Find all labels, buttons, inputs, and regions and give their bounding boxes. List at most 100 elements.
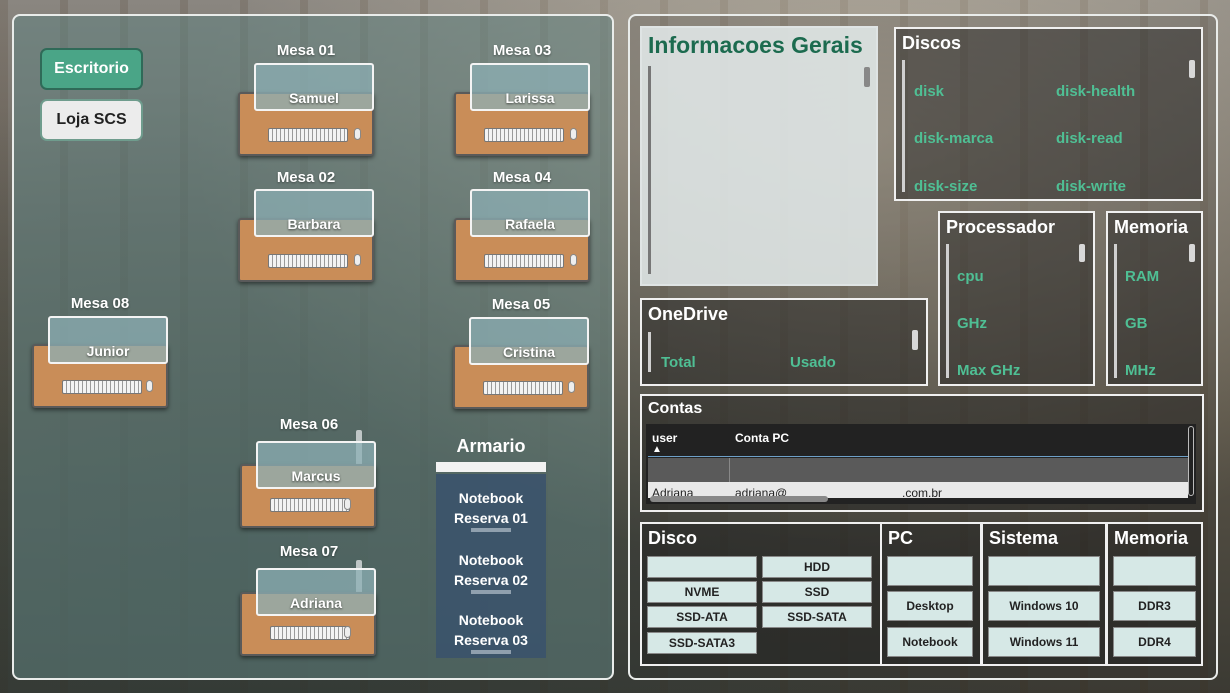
sistema-option-blank[interactable] bbox=[988, 556, 1100, 586]
disco-option-ssd[interactable]: SSD bbox=[762, 581, 872, 603]
table-v-scrollbar[interactable] bbox=[1188, 426, 1194, 496]
cell-conta-domain: .com.br bbox=[902, 486, 943, 498]
monitor-icon[interactable]: Junior bbox=[48, 316, 168, 364]
memoria-info-title: Memoria bbox=[1114, 217, 1189, 237]
disco-option-ssd-sata[interactable]: SSD-SATA bbox=[762, 606, 872, 628]
desk-user: Marcus bbox=[291, 468, 341, 484]
column-header-conta-pc[interactable]: Conta PC bbox=[735, 431, 789, 445]
desk-user: Barbara bbox=[287, 216, 341, 232]
desk-user: Junior bbox=[86, 343, 130, 359]
onedrive-scrollbar[interactable] bbox=[912, 330, 918, 350]
notebook-icon bbox=[471, 590, 511, 594]
field-disk-marca: disk-marca bbox=[914, 130, 994, 147]
sistema-option-windows-10[interactable]: Windows 10 bbox=[988, 591, 1100, 621]
disco-option-hdd[interactable]: HDD bbox=[762, 556, 872, 578]
memoria-option-blank[interactable] bbox=[1113, 556, 1196, 586]
notebook-reserva-label: Reserva 03 bbox=[454, 632, 528, 648]
desk-title: Mesa 01 bbox=[276, 42, 336, 59]
monitor-icon[interactable]: Cristina bbox=[469, 317, 589, 365]
mouse-icon bbox=[354, 254, 361, 266]
column-header-user[interactable]: user bbox=[652, 431, 677, 445]
notebook-label: Notebook bbox=[458, 490, 524, 506]
monitor-icon[interactable]: Larissa bbox=[470, 63, 590, 111]
pc-option-blank[interactable] bbox=[887, 556, 973, 586]
notebook-reserva-01[interactable]: Notebook Reserva 01 bbox=[436, 488, 546, 532]
notebook-icon bbox=[471, 528, 511, 532]
memoria-filter-title: Memoria bbox=[1114, 528, 1189, 548]
field-disk-write: disk-write bbox=[1056, 178, 1127, 195]
monitor-icon[interactable]: Adriana bbox=[256, 568, 376, 616]
informacoes-gerais-card: Informacoes Gerais bbox=[640, 26, 878, 286]
armario-title: Armario bbox=[456, 436, 526, 456]
desk-user: Rafaela bbox=[505, 216, 555, 232]
desk-title: Mesa 06 bbox=[279, 416, 339, 433]
disco-option-ssd-ata[interactable]: SSD-ATA bbox=[647, 606, 757, 628]
disco-option-ssd-sata3[interactable]: SSD-SATA3 bbox=[647, 632, 757, 654]
memoria-option-ddr3[interactable]: DDR3 bbox=[1113, 591, 1196, 621]
desk-user: Adriana bbox=[289, 595, 343, 611]
field-cpu: cpu bbox=[957, 268, 984, 285]
monitor-icon[interactable]: Samuel bbox=[254, 63, 374, 111]
memoria-option-ddr4[interactable]: DDR4 bbox=[1113, 627, 1196, 657]
keyboard-icon bbox=[484, 254, 564, 268]
mouse-icon bbox=[146, 380, 153, 392]
keyboard-icon bbox=[62, 380, 142, 394]
pc-filter-title: PC bbox=[888, 528, 914, 548]
onedrive-title: OneDrive bbox=[648, 304, 729, 324]
keyboard-icon bbox=[484, 128, 564, 142]
disco-filter-title: Disco bbox=[648, 528, 698, 548]
sort-asc-icon: ▲ bbox=[652, 444, 662, 455]
keyboard-icon bbox=[270, 498, 350, 512]
desk-user: Cristina bbox=[502, 344, 556, 360]
processador-accent-line bbox=[946, 244, 949, 378]
monitor-icon[interactable]: Rafaela bbox=[470, 189, 590, 237]
desk-title: Mesa 08 bbox=[70, 295, 130, 312]
memoria-scrollbar[interactable] bbox=[1189, 244, 1195, 262]
disco-option-blank[interactable] bbox=[647, 556, 757, 578]
monitor-icon[interactable]: Marcus bbox=[256, 441, 376, 489]
mouse-icon bbox=[354, 128, 361, 140]
processador-scrollbar[interactable] bbox=[1079, 244, 1085, 262]
desk-user: Samuel bbox=[289, 90, 339, 106]
keyboard-icon bbox=[268, 128, 348, 142]
desk-title: Mesa 04 bbox=[492, 169, 552, 186]
field-disk: disk bbox=[914, 83, 945, 100]
contas-title: Contas bbox=[648, 400, 703, 417]
mouse-icon bbox=[570, 128, 577, 140]
info-scrollbar[interactable] bbox=[864, 67, 870, 87]
field-disk-size: disk-size bbox=[914, 178, 978, 195]
field-disk-read: disk-read bbox=[1056, 130, 1123, 147]
disco-option-nvme[interactable]: NVME bbox=[647, 581, 757, 603]
table-h-scrollbar[interactable] bbox=[650, 496, 828, 502]
notebook-reserva-03[interactable]: Notebook Reserva 03 bbox=[436, 610, 546, 654]
field-ghz: GHz bbox=[957, 315, 987, 332]
monitor-icon[interactable]: Barbara bbox=[254, 189, 374, 237]
mouse-icon bbox=[568, 381, 575, 393]
discos-card: Discos bbox=[894, 27, 1203, 201]
field-usado: Usado bbox=[790, 354, 836, 371]
discos-title: Discos bbox=[902, 33, 962, 53]
field-gb: GB bbox=[1125, 315, 1148, 332]
notebook-label: Notebook bbox=[458, 612, 524, 628]
table-header-separator bbox=[648, 456, 1188, 457]
escritorio-button[interactable]: Escritorio bbox=[40, 48, 143, 90]
mouse-icon bbox=[344, 626, 351, 638]
processador-card: Processador bbox=[938, 211, 1095, 386]
pc-option-notebook[interactable]: Notebook bbox=[887, 627, 973, 657]
field-max-ghz: Max GHz bbox=[957, 362, 1021, 379]
keyboard-icon bbox=[270, 626, 350, 640]
field-ram: RAM bbox=[1125, 268, 1160, 285]
desk-user: Larissa bbox=[505, 90, 555, 106]
field-total: Total bbox=[661, 354, 696, 371]
keyboard-icon bbox=[268, 254, 348, 268]
pc-option-desktop[interactable]: Desktop bbox=[887, 591, 973, 621]
discos-scrollbar[interactable] bbox=[1189, 60, 1195, 78]
notebook-reserva-02[interactable]: Notebook Reserva 02 bbox=[436, 550, 546, 594]
field-mhz: MHz bbox=[1125, 362, 1156, 379]
processador-title: Processador bbox=[946, 217, 1056, 237]
keyboard-icon bbox=[483, 381, 563, 395]
armario-divider bbox=[436, 462, 546, 472]
sistema-option-windows-11[interactable]: Windows 11 bbox=[988, 627, 1100, 657]
loja-scs-button[interactable]: Loja SCS bbox=[40, 99, 143, 141]
onedrive-card: OneDrive bbox=[640, 298, 928, 386]
